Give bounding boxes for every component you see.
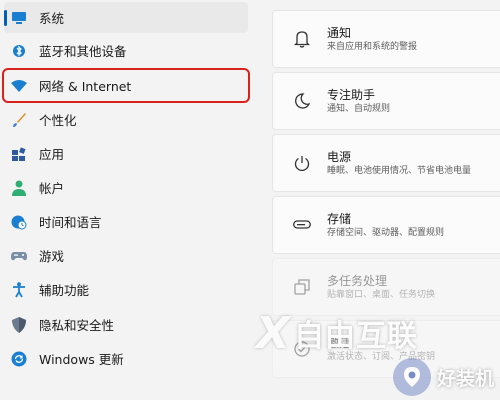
update-icon — [11, 351, 27, 367]
sidebar-item-time-language[interactable]: 时间和语言 — [4, 206, 248, 237]
card-title: 专注助手 — [327, 87, 376, 102]
card-subtitle: 睡眠、电池使用情况、节省电池电量 — [327, 165, 472, 176]
sidebar-item-label: 网络 & Internet — [39, 79, 132, 94]
focus-assist-card[interactable]: 专注助手 通知、自动规则 — [272, 72, 500, 130]
storage-icon — [293, 216, 311, 234]
multitasking-card[interactable]: 多任务处理 贴靠窗口、桌面、任务切换 — [272, 258, 500, 316]
sidebar-item-label: 应用 — [39, 147, 65, 162]
sidebar-item-label: 游戏 — [39, 249, 65, 264]
wifi-icon — [11, 78, 27, 94]
sidebar-item-label: 帐户 — [39, 181, 65, 196]
accessibility-icon — [11, 281, 27, 298]
sidebar-item-network[interactable]: 网络 & Internet — [2, 68, 250, 103]
check-circle-icon — [293, 340, 311, 358]
card-subtitle: 存储空间、驱动器、配置规则 — [327, 227, 445, 238]
sidebar-item-label: 蓝牙和其他设备 — [39, 44, 127, 59]
paintbrush-icon — [11, 112, 27, 128]
activation-card[interactable]: 激活 激活状态、订阅、产品密钥 — [272, 320, 500, 378]
settings-card-list: 通知 来自应用和系统的警报 专注助手 通知、自动规则 电源 睡眠、电池使用情况、… — [272, 0, 500, 400]
apps-icon — [11, 146, 27, 162]
sidebar-item-label: 个性化 — [39, 113, 77, 128]
sidebar-item-privacy[interactable]: 隐私和安全性 — [4, 309, 248, 340]
sidebar-item-label: 隐私和安全性 — [39, 318, 115, 333]
sidebar-item-label: 系统 — [39, 11, 65, 26]
sidebar-item-apps[interactable]: 应用 — [4, 138, 248, 169]
bell-icon — [293, 30, 311, 48]
power-icon — [293, 154, 311, 172]
shield-icon — [11, 316, 27, 333]
sidebar-item-label: 时间和语言 — [39, 215, 102, 230]
card-title: 电源 — [327, 149, 352, 164]
sidebar-item-windows-update[interactable]: Windows 更新 — [4, 343, 248, 374]
card-subtitle: 激活状态、订阅、产品密钥 — [327, 351, 436, 362]
sidebar-item-accounts[interactable]: 帐户 — [4, 172, 248, 203]
card-subtitle: 贴靠窗口、桌面、任务切换 — [327, 289, 436, 300]
card-title: 存储 — [327, 211, 352, 226]
monitor-icon — [11, 10, 27, 26]
notifications-card[interactable]: 通知 来自应用和系统的警报 — [272, 10, 500, 68]
sidebar-item-gaming[interactable]: 游戏 — [4, 240, 248, 271]
person-icon — [11, 180, 27, 196]
sidebar-item-accessibility[interactable]: 辅助功能 — [4, 274, 248, 305]
gamepad-icon — [11, 248, 27, 264]
sidebar-item-label: 辅助功能 — [39, 283, 90, 298]
moon-icon — [293, 92, 311, 110]
power-card[interactable]: 电源 睡眠、电池使用情况、节省电池电量 — [272, 134, 500, 192]
card-title: 多任务处理 — [327, 273, 388, 288]
card-subtitle: 通知、自动规则 — [327, 103, 391, 114]
settings-sidebar: 系统 蓝牙和其他设备 网络 & Internet 个性化 应用 帐户 时间和语言… — [0, 0, 252, 400]
sidebar-item-label: Windows 更新 — [39, 352, 124, 367]
storage-card[interactable]: 存储 存储空间、驱动器、配置规则 — [272, 196, 500, 254]
bluetooth-icon — [11, 43, 27, 59]
card-subtitle: 来自应用和系统的警报 — [327, 41, 418, 52]
card-title: 通知 — [327, 25, 352, 40]
sidebar-item-bluetooth[interactable]: 蓝牙和其他设备 — [4, 35, 248, 66]
sidebar-item-system[interactable]: 系统 — [4, 2, 248, 33]
sidebar-item-personalization[interactable]: 个性化 — [4, 104, 248, 135]
globe-clock-icon — [11, 214, 27, 230]
card-title: 激活 — [327, 335, 352, 350]
multitask-icon — [293, 278, 311, 296]
